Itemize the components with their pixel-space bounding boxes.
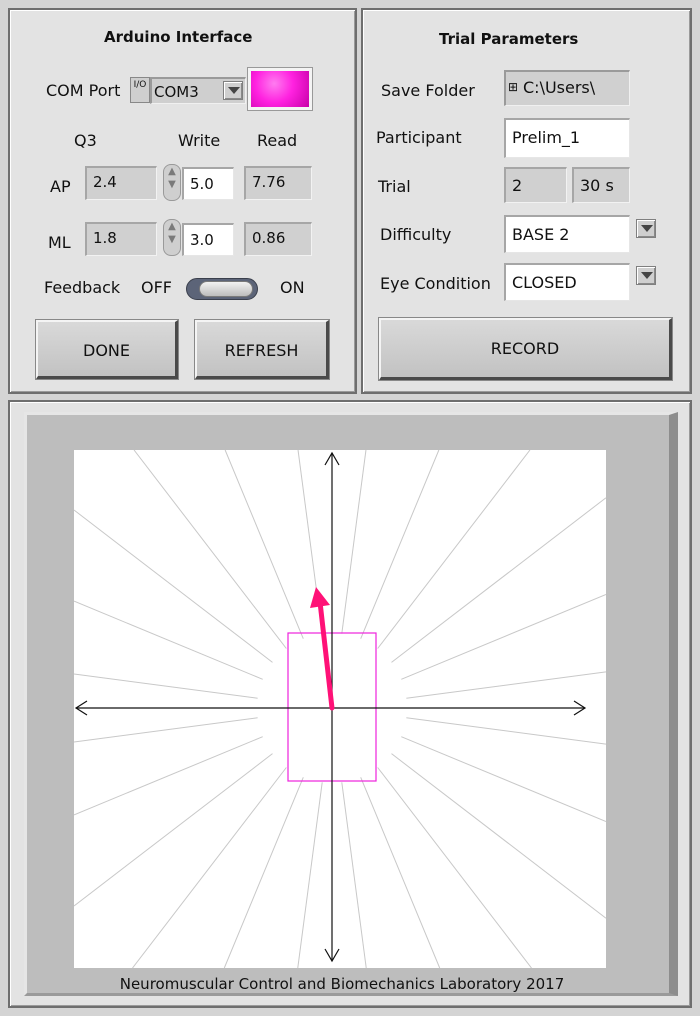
done-button[interactable]: DONE bbox=[35, 319, 179, 380]
arduino-interface-title: Arduino Interface bbox=[104, 28, 253, 46]
trial-duration-indicator: 30 s bbox=[572, 167, 630, 203]
trial-label: Trial bbox=[378, 177, 411, 196]
eye-condition-field[interactable]: CLOSED bbox=[504, 263, 630, 301]
ap-write-stepper[interactable]: ▲ ▼ bbox=[163, 164, 181, 201]
trial-number-indicator: 2 bbox=[504, 167, 567, 203]
arrow-up-icon[interactable]: ▲ bbox=[164, 220, 180, 233]
plot-background bbox=[74, 450, 606, 968]
save-folder-path[interactable]: ⊞ C:\Users\ bbox=[504, 70, 630, 106]
feedback-toggle-switch[interactable] bbox=[186, 278, 258, 300]
difficulty-label: Difficulty bbox=[380, 225, 452, 244]
plot-frame: Neuromuscular Control and Biomechanics L… bbox=[24, 412, 678, 996]
trial-parameters-title: Trial Parameters bbox=[439, 30, 579, 48]
ml-read-indicator: 0.86 bbox=[244, 222, 312, 256]
arrow-up-icon[interactable]: ▲ bbox=[164, 165, 180, 178]
ap-write-input[interactable]: 5.0 bbox=[182, 167, 234, 200]
column-header-q3: Q3 bbox=[74, 131, 97, 150]
arrow-down-icon[interactable]: ▼ bbox=[164, 178, 180, 191]
chevron-down-icon[interactable] bbox=[223, 81, 243, 100]
feedback-on-label: ON bbox=[280, 278, 305, 297]
difficulty-field[interactable]: BASE 2 bbox=[504, 215, 630, 253]
difficulty-dropdown-chevron-down-icon[interactable] bbox=[636, 219, 656, 238]
ap-label: AP bbox=[50, 177, 71, 196]
com-port-select[interactable]: COM3 bbox=[150, 77, 246, 104]
column-header-read: Read bbox=[257, 131, 298, 150]
com-port-label: COM Port bbox=[46, 81, 121, 100]
feedback-display-panel: Neuromuscular Control and Biomechanics L… bbox=[8, 400, 692, 1008]
column-header-write: Write bbox=[178, 131, 221, 150]
ap-q3-indicator: 2.4 bbox=[85, 166, 157, 200]
connection-status-led bbox=[247, 67, 313, 111]
arduino-interface-panel: Arduino Interface COM Port I/O COM3 Q3 W… bbox=[8, 8, 357, 394]
arrow-down-icon[interactable]: ▼ bbox=[164, 233, 180, 246]
ml-write-stepper[interactable]: ▲ ▼ bbox=[163, 219, 181, 256]
eye-condition-label: Eye Condition bbox=[380, 274, 491, 293]
folder-browse-icon[interactable]: ⊞ bbox=[508, 80, 518, 94]
lab-credit-text: Neuromuscular Control and Biomechanics L… bbox=[119, 975, 565, 993]
participant-label: Participant bbox=[376, 128, 462, 147]
ml-label: ML bbox=[48, 233, 71, 252]
feedback-label: Feedback bbox=[44, 278, 121, 297]
eye-condition-dropdown-chevron-down-icon[interactable] bbox=[636, 266, 656, 285]
record-button[interactable]: RECORD bbox=[378, 317, 673, 381]
feedback-off-label: OFF bbox=[141, 278, 172, 297]
posture-plot bbox=[74, 450, 606, 968]
refresh-button[interactable]: REFRESH bbox=[194, 319, 330, 380]
trial-parameters-panel: Trial Parameters Save Folder ⊞ C:\Users\… bbox=[361, 8, 692, 394]
save-folder-label: Save Folder bbox=[381, 81, 475, 100]
ml-write-input[interactable]: 3.0 bbox=[182, 223, 234, 256]
ap-read-indicator: 7.76 bbox=[244, 166, 312, 200]
ml-q3-indicator: 1.8 bbox=[85, 222, 157, 256]
toggle-knob[interactable] bbox=[199, 281, 253, 297]
io-resource-icon: I/O bbox=[130, 77, 150, 103]
participant-input[interactable]: Prelim_1 bbox=[504, 118, 630, 158]
